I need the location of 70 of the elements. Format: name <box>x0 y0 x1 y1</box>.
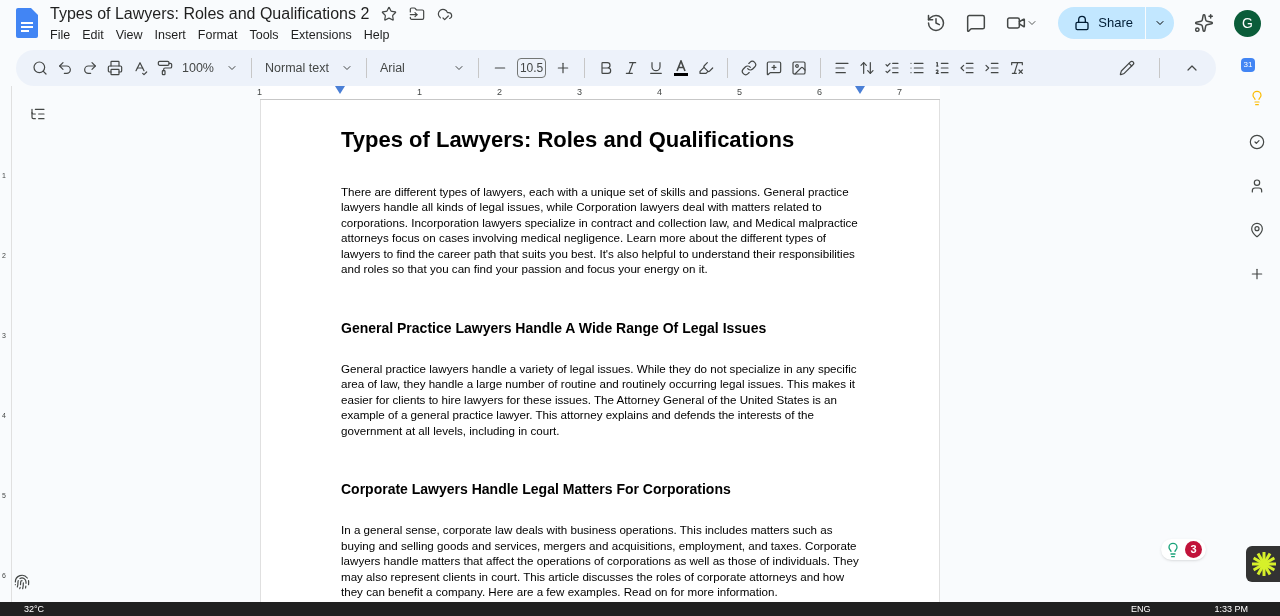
highlighter-icon[interactable] <box>698 60 715 76</box>
add-comment-icon[interactable] <box>766 60 783 76</box>
ruler-number: 1 <box>257 86 262 99</box>
fingerprint-icon[interactable] <box>14 574 30 590</box>
line-spacing-icon[interactable] <box>859 60 876 76</box>
increase-indent-icon[interactable] <box>984 60 1001 76</box>
section-heading: General Practice Lawyers Handle A Wide Range Of Legal Issues <box>341 318 768 338</box>
language-indicator[interactable]: ENG <box>1130 604 1151 614</box>
editing-mode-icon[interactable] <box>1119 60 1135 76</box>
ruler-number: 6 <box>817 86 822 99</box>
menu-item[interactable]: File <box>50 25 71 45</box>
lock-icon <box>1074 15 1091 31</box>
outline-icon[interactable] <box>30 106 46 122</box>
user-avatar[interactable]: G <box>1234 9 1261 37</box>
menu-item[interactable]: Edit <box>82 25 104 45</box>
checklist-icon[interactable] <box>884 60 901 76</box>
print-icon[interactable] <box>107 60 123 76</box>
body-paragraph: General practice lawyers handle a variety of legal issues. While they do not specialize in any specific area of law, they handle a large number of routine and routinely occurring legal issues. This makes it easier for clients to hire lawyers for these issues. The Attorney General of the United States is an example of a general practice lawyer. This attorney explains and defends the interests of the government at all levels, including in court. <box>341 360 858 438</box>
body-paragraph: There are different types of lawyers, each with a unique set of skills and passions. General practice lawyers handle all kinds of legal issues, while Corporation lawyers deal with matters related to corporations. Incorporation lawyers specialize in contract and collection law, and Medical malpractice attorneys focus on cases involving medical negligence. Learn more about the different types of lawyers to find the career path that suits you best. It's also helpful to understand their responsibilities and roles so that you can find your passion and focus your energy on it. <box>341 183 859 277</box>
suggestion-count-badge: 3 <box>1185 541 1202 558</box>
writing-assistant-widget[interactable]: 3 <box>1161 539 1206 560</box>
asterisk-logo-icon[interactable] <box>1251 551 1277 577</box>
menu-item[interactable]: View <box>115 25 143 45</box>
lightbulb-icon <box>1165 541 1181 558</box>
clear-formatting-icon[interactable] <box>1009 60 1026 76</box>
add-icon[interactable] <box>1249 266 1265 282</box>
decrease-indent-icon[interactable] <box>959 60 976 76</box>
menu-item[interactable]: Insert <box>154 25 186 45</box>
spellcheck-icon[interactable] <box>132 60 148 76</box>
font-dropdown[interactable]: Arial <box>379 58 465 78</box>
menu-item[interactable]: Help <box>363 25 390 45</box>
ruler-number: 3 <box>577 86 582 99</box>
clock-text: 1:33 PM <box>1214 604 1248 614</box>
document-name[interactable]: Types of Lawyers: Roles and Qualifications 2 <box>50 1 370 26</box>
style-dropdown[interactable]: Normal text <box>265 58 353 78</box>
body-paragraph: In a general sense, corporate law deals with business operations. This includes matters such as buying and selling goods and services, mergers and acquisitions, employment, and taxes. Corporate lawyers handle matters that affect the operations of corporations as well as those of individuals. They may also represent clients in court. This article discusses the roles of corporate attorneys and how they can benefit a company. Here are a few examples. Read on for more information. <box>341 522 859 600</box>
ruler-number: 5 <box>737 86 742 99</box>
menu-item[interactable]: Extensions <box>290 25 352 45</box>
underline-icon[interactable] <box>648 60 665 76</box>
history-icon[interactable] <box>926 13 947 33</box>
menu-item[interactable]: Format <box>197 25 238 45</box>
sparkle-icon[interactable] <box>1194 13 1214 33</box>
search-icon[interactable] <box>32 60 48 76</box>
ruler-number: 1 <box>417 86 422 99</box>
folder-icon[interactable] <box>409 5 426 22</box>
calendar-icon[interactable]: 31 <box>1241 58 1255 72</box>
font-size-field[interactable]: 10.5 <box>516 58 547 78</box>
link-icon[interactable] <box>741 60 758 76</box>
align-icon[interactable] <box>834 60 851 76</box>
docs-logo-icon[interactable] <box>16 8 38 38</box>
paint-format-icon[interactable] <box>157 60 173 76</box>
tasks-icon[interactable] <box>1249 134 1265 150</box>
contacts-icon[interactable] <box>1249 178 1265 194</box>
numbered-list-icon[interactable] <box>934 60 951 76</box>
zoom-dropdown[interactable]: 100% <box>182 58 238 78</box>
section-heading: Corporate Lawyers Handle Legal Matters For Corporations <box>341 480 732 499</box>
menu-item[interactable]: Tools <box>249 25 279 45</box>
ruler-number: 4 <box>657 86 662 99</box>
text-color-icon[interactable] <box>673 60 690 76</box>
maps-icon[interactable] <box>1249 222 1265 238</box>
document-title-heading: Types of Lawyers: Roles and Qualifications <box>341 126 796 154</box>
comment-icon[interactable] <box>966 13 987 33</box>
image-icon[interactable] <box>791 60 808 76</box>
weather-text: 32°C <box>24 604 45 614</box>
ruler-number: 7 <box>897 86 902 99</box>
redo-icon[interactable] <box>82 60 98 76</box>
ruler-number: 2 <box>497 86 502 99</box>
bullet-list-icon[interactable] <box>909 60 926 76</box>
undo-icon[interactable] <box>57 60 73 76</box>
star-icon[interactable] <box>381 5 398 22</box>
